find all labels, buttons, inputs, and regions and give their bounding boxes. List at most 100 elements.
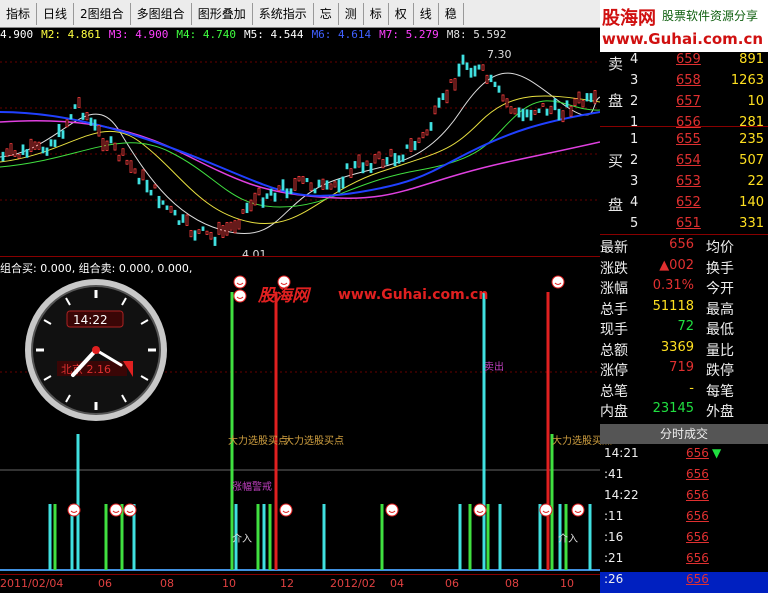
level-volume: 507 xyxy=(739,153,764,168)
stat-label-2: 外盘 xyxy=(706,404,734,420)
candle xyxy=(61,130,65,139)
stat-value: ▲002 xyxy=(659,257,694,273)
candle xyxy=(153,184,157,189)
candle xyxy=(369,163,373,173)
stat-value: 3369 xyxy=(660,339,694,355)
brand-logo: 股海网 xyxy=(602,8,656,29)
tick-price: 656 xyxy=(686,467,709,481)
candle xyxy=(21,144,25,155)
x-axis: 2011/02/04 06 08 10 12 2012/02 04 06 08 10 xyxy=(0,574,600,591)
tick-price: 656 xyxy=(686,530,709,544)
candle xyxy=(289,188,293,194)
daily-line-button[interactable]: 日线 xyxy=(37,2,75,25)
level-price[interactable]: 654 xyxy=(676,153,701,168)
candle xyxy=(13,150,17,157)
candle xyxy=(17,154,21,159)
tick-time: :26 xyxy=(604,572,624,586)
indicator-button[interactable]: 指标 xyxy=(0,2,38,25)
sell-level-row[interactable]: 3 658 1263 xyxy=(600,73,768,93)
candle xyxy=(257,187,261,196)
level-price[interactable]: 658 xyxy=(676,73,701,88)
stat-label-2: 均价 xyxy=(706,240,734,256)
stat-row: 现手 72 最低 xyxy=(600,319,768,339)
brand-slogan: 股票软件资源分享 xyxy=(662,9,759,23)
candle xyxy=(241,209,245,214)
candle xyxy=(33,141,37,150)
tick-row: 14:22 656 xyxy=(600,488,768,509)
smiley-icon xyxy=(551,275,565,289)
candle xyxy=(485,74,489,84)
ma-value-0: 4.900 xyxy=(0,28,34,41)
buy-level-row[interactable]: 2 654 507 xyxy=(600,153,768,173)
warning-label: 涨幅警戒 xyxy=(232,482,272,493)
candle xyxy=(209,231,213,240)
x-tick-label: 10 xyxy=(222,577,236,590)
candle xyxy=(457,63,461,77)
buy-level-row[interactable]: 3 653 22 xyxy=(600,174,768,194)
candle xyxy=(549,105,553,115)
tick-price: 656 xyxy=(686,509,709,523)
overlay-button[interactable]: 图形叠加 xyxy=(192,2,253,25)
candle xyxy=(313,188,317,194)
stat-label: 总额 xyxy=(600,342,628,359)
two-chart-combo-button[interactable]: 2图组合 xyxy=(74,2,131,25)
multi-chart-combo-button[interactable]: 多图组合 xyxy=(131,2,192,25)
level-price[interactable]: 659 xyxy=(676,52,701,67)
candle xyxy=(409,138,413,152)
entry-label-2: 介入 xyxy=(558,534,578,545)
tick-row: :21 656 xyxy=(600,551,768,572)
stable-button[interactable]: 稳 xyxy=(439,2,464,25)
buy-side-label-2: 盘 xyxy=(608,196,624,214)
candle xyxy=(249,199,253,212)
candle xyxy=(201,226,205,231)
stat-value: 0.31% xyxy=(652,278,694,293)
candle xyxy=(29,138,33,153)
level-price[interactable]: 655 xyxy=(676,132,701,147)
level-volume: 22 xyxy=(747,174,764,189)
candle xyxy=(517,107,521,118)
tick-price: 656 xyxy=(686,446,709,460)
sell-level-row[interactable]: 4 659 891 xyxy=(600,52,768,72)
smiley-icon xyxy=(67,503,81,517)
candle xyxy=(465,62,469,70)
level-price[interactable]: 652 xyxy=(676,195,701,210)
candle xyxy=(81,112,85,120)
buy-level-row[interactable]: 5 651 331 xyxy=(600,216,768,236)
stat-label-2: 今开 xyxy=(706,281,734,297)
candle xyxy=(1,151,5,162)
candle xyxy=(89,117,93,126)
candle xyxy=(217,221,221,235)
measure-button[interactable]: 测 xyxy=(339,2,364,25)
level-price[interactable]: 653 xyxy=(676,174,701,189)
mark-button[interactable]: 标 xyxy=(364,2,389,25)
candle xyxy=(173,209,177,216)
buy-level-row[interactable]: 4 652 140 xyxy=(600,195,768,215)
candle xyxy=(305,178,309,183)
level-index: 2 xyxy=(630,153,639,168)
sell-level-row[interactable]: 2 657 10 xyxy=(600,94,768,114)
x-tick-label: 08 xyxy=(160,577,174,590)
line-button[interactable]: 线 xyxy=(414,2,439,25)
candle xyxy=(189,229,193,238)
buy-level-row[interactable]: 1 655 235 xyxy=(600,132,768,152)
candlestick-chart[interactable]: 7.30 4.01 xyxy=(0,42,600,256)
level-volume: 235 xyxy=(739,132,764,147)
candle xyxy=(5,148,9,157)
x-tick-label: 06 xyxy=(445,577,459,590)
level-price[interactable]: 657 xyxy=(676,94,701,109)
rights-button[interactable]: 权 xyxy=(389,2,414,25)
level-price[interactable]: 651 xyxy=(676,216,701,231)
system-indicator-button[interactable]: 系统指示 xyxy=(253,2,314,25)
tick-time: :16 xyxy=(604,530,624,544)
tick-time: 14:22 xyxy=(604,488,639,502)
level-price[interactable]: 656 xyxy=(676,115,701,130)
candle xyxy=(417,137,421,144)
ticks-header[interactable]: 分时成交 xyxy=(600,424,768,444)
candle xyxy=(433,105,437,115)
candle xyxy=(341,176,345,189)
ma-value-7: M8: 5.592 xyxy=(446,28,507,41)
smiley-icon xyxy=(571,503,585,517)
candle xyxy=(593,90,597,104)
brand-url[interactable]: www.Guhai.com.cn xyxy=(602,30,763,48)
forget-button[interactable]: 忘 xyxy=(314,2,339,25)
